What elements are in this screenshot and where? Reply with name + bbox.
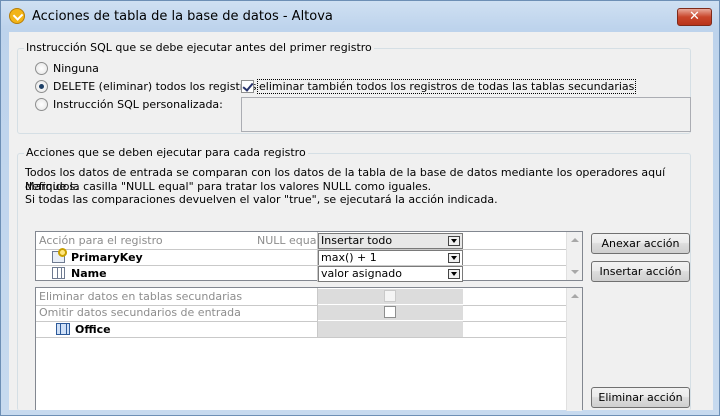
action-combo-value: Insertar todo [321, 234, 393, 247]
delete-children-data-label: Eliminar datos en tablas secundarias [39, 290, 243, 303]
delete-children-data-checkbox[interactable] [384, 290, 396, 302]
child-options-grid: Eliminar datos en tablas secundarias Omi… [35, 287, 583, 411]
null-equal-header: NULL equal [257, 234, 320, 247]
primarykey-dropdown-icon[interactable] [448, 253, 460, 263]
radio-delete-row[interactable]: DELETE (eliminar) todos los registros [35, 78, 257, 94]
lower-grid-scrollbar[interactable] [566, 288, 582, 411]
child-table-name: Office [75, 323, 111, 336]
grid-row-divider [36, 321, 566, 322]
dialog-client-area: Instrucción SQL que se debe ejecutar ant… [9, 32, 713, 411]
name-value-combo[interactable]: valor asignado [318, 266, 463, 282]
delete-children-cell [318, 289, 463, 304]
radio-custom-row[interactable]: Instrucción SQL personalizada: [35, 96, 223, 112]
altova-app-icon [9, 8, 25, 24]
window-title: Acciones de tabla de la base de datos - … [32, 9, 333, 24]
scroll-down-icon[interactable] [571, 270, 579, 274]
action-combo[interactable]: Insertar todo [318, 233, 463, 249]
primarykey-value: max() + 1 [321, 251, 377, 264]
scroll-up-icon[interactable] [571, 238, 579, 242]
sql-group-title: Instrucción SQL que se debe ejecutar ant… [24, 41, 374, 54]
delete-children-checkbox-row[interactable]: eliminar también todos los registros de … [241, 78, 637, 94]
table-icon [56, 323, 70, 335]
row-name-name: Name [71, 267, 107, 280]
grid-row-divider [36, 265, 566, 266]
description-line-3: Si todas las comparaciones devuelven el … [25, 193, 498, 206]
close-button[interactable]: ✕ [677, 8, 712, 26]
skip-input-children-checkbox[interactable] [384, 306, 396, 318]
delete-children-label: eliminar también todos los registros de … [257, 78, 637, 94]
grid-row-divider [36, 337, 566, 338]
radio-none-label: Ninguna [53, 61, 99, 75]
radio-delete[interactable] [35, 79, 48, 93]
action-for-record-label: Acción para el registro [39, 234, 163, 247]
skip-input-cell [318, 305, 463, 320]
delete-action-button[interactable]: Eliminar acción [591, 387, 690, 408]
title-bar[interactable]: Acciones de tabla de la base de datos - … [1, 1, 719, 31]
skip-input-children-label: Omitir datos secundarios de entrada [39, 306, 241, 319]
radio-delete-label: DELETE (eliminar) todos los registros [53, 79, 257, 93]
scroll-up-icon[interactable] [571, 294, 579, 298]
radio-custom[interactable] [35, 97, 48, 111]
grid-column-divider [317, 288, 318, 338]
name-value: valor asignado [321, 267, 402, 280]
custom-sql-textbox[interactable] [241, 97, 691, 132]
delete-children-checkbox[interactable] [241, 79, 254, 93]
actions-group-title: Acciones que se deben ejecutar para cada… [24, 146, 308, 159]
radio-none-row[interactable]: Ninguna [35, 60, 99, 76]
name-dropdown-icon[interactable] [448, 269, 460, 279]
primarykey-value-combo[interactable]: max() + 1 [318, 250, 463, 266]
append-action-button[interactable]: Anexar acción [591, 233, 690, 254]
column-icon [52, 267, 65, 279]
radio-custom-label: Instrucción SQL personalizada: [53, 97, 223, 111]
dialog-window: Acciones de tabla de la base de datos - … [0, 0, 720, 416]
row-primarykey-name: PrimaryKey [71, 251, 143, 264]
insert-action-button[interactable]: Insertar acción [591, 261, 690, 282]
radio-none[interactable] [35, 61, 48, 75]
child-table-cell [318, 321, 463, 337]
grid-column-divider [317, 232, 318, 282]
description-line-2: Marque la casilla "NULL equal" para trat… [25, 180, 432, 193]
primary-key-icon [52, 248, 67, 263]
upper-grid-scrollbar[interactable] [566, 232, 582, 280]
action-mapping-grid: Acción para el registro NULL equal Inser… [35, 231, 583, 282]
action-combo-dropdown-icon[interactable] [448, 236, 460, 246]
